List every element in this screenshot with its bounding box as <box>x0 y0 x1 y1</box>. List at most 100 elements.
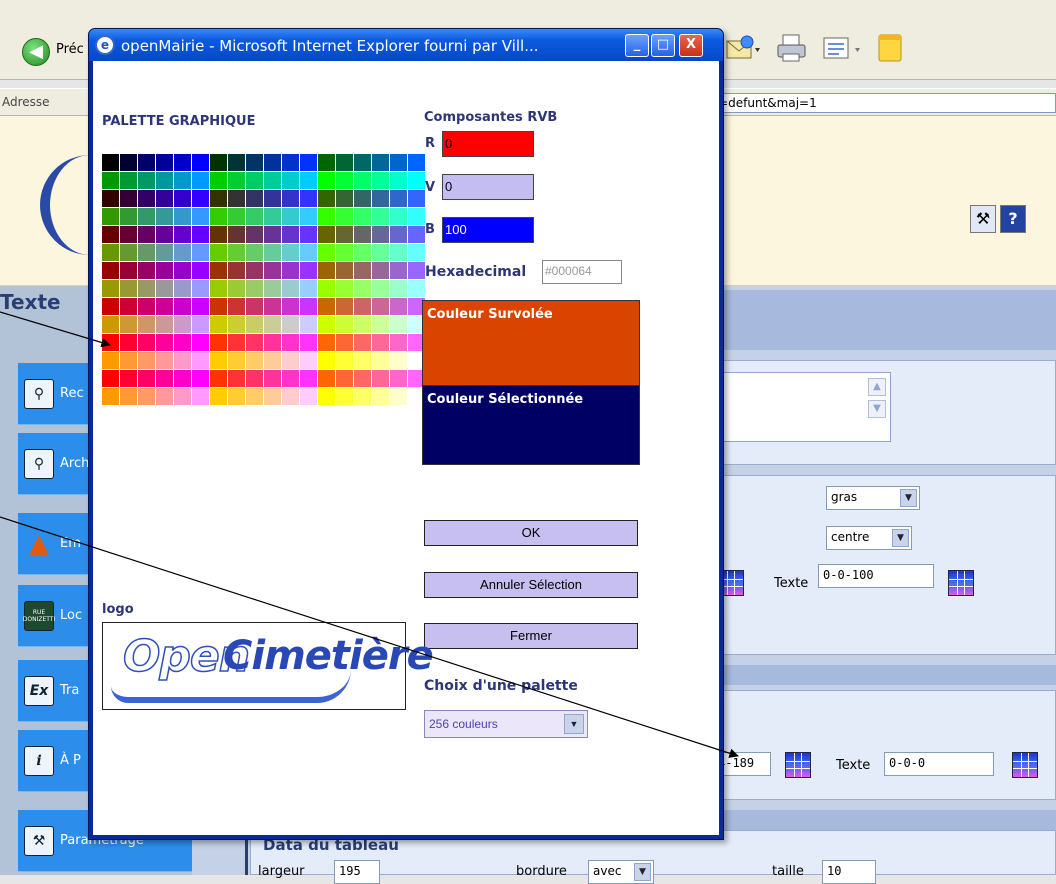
color-swatch[interactable] <box>282 388 299 405</box>
color-swatch[interactable] <box>318 172 335 189</box>
color-swatch[interactable] <box>138 352 155 369</box>
color-swatch[interactable] <box>408 262 425 279</box>
color-swatch[interactable] <box>282 352 299 369</box>
color-swatch[interactable] <box>210 334 227 351</box>
color-swatch[interactable] <box>354 388 371 405</box>
color-swatch[interactable] <box>246 352 263 369</box>
color-swatch[interactable] <box>336 190 353 207</box>
color-swatch[interactable] <box>390 244 407 261</box>
color-swatch[interactable] <box>264 208 281 225</box>
color-swatch[interactable] <box>336 262 353 279</box>
color-swatch[interactable] <box>156 190 173 207</box>
address-input[interactable]: x=defunt&maj=1 <box>706 93 1056 113</box>
color-swatch[interactable] <box>138 262 155 279</box>
color-swatch[interactable] <box>120 388 137 405</box>
color-swatch[interactable] <box>282 262 299 279</box>
color-swatch[interactable] <box>318 280 335 297</box>
color-swatch[interactable] <box>174 352 191 369</box>
color-swatch[interactable] <box>156 208 173 225</box>
size-input[interactable]: 10 <box>822 860 876 884</box>
color-swatch[interactable] <box>102 172 119 189</box>
color-swatch[interactable] <box>228 244 245 261</box>
color-swatch[interactable] <box>174 172 191 189</box>
color-swatch[interactable] <box>138 388 155 405</box>
color-swatch[interactable] <box>264 280 281 297</box>
color-swatch[interactable] <box>138 208 155 225</box>
color-swatch[interactable] <box>138 244 155 261</box>
color-swatch[interactable] <box>192 280 209 297</box>
color-swatch[interactable] <box>228 280 245 297</box>
color-picker-icon[interactable] <box>785 752 811 778</box>
color-swatch[interactable] <box>390 388 407 405</box>
color-swatch[interactable] <box>354 298 371 315</box>
text-color-input[interactable]: 0-0-0 <box>884 752 994 776</box>
back-arrow-icon[interactable]: ◀ <box>22 38 50 66</box>
color-swatch[interactable] <box>390 352 407 369</box>
color-swatch[interactable] <box>390 334 407 351</box>
color-swatch[interactable] <box>318 352 335 369</box>
color-swatch[interactable] <box>102 334 119 351</box>
color-swatch[interactable] <box>300 388 317 405</box>
color-swatch[interactable] <box>336 370 353 387</box>
color-swatch[interactable] <box>138 172 155 189</box>
color-swatch[interactable] <box>246 172 263 189</box>
color-swatch[interactable] <box>300 280 317 297</box>
color-swatch[interactable] <box>120 352 137 369</box>
blue-input[interactable]: 100 <box>442 217 534 243</box>
color-swatch[interactable] <box>318 262 335 279</box>
color-swatch[interactable] <box>282 280 299 297</box>
color-swatch[interactable] <box>318 154 335 171</box>
color-swatch[interactable] <box>264 190 281 207</box>
color-swatch[interactable] <box>156 154 173 171</box>
color-swatch[interactable] <box>138 154 155 171</box>
color-swatch[interactable] <box>372 208 389 225</box>
minimize-button[interactable]: _ <box>625 34 649 57</box>
color-swatch[interactable] <box>246 208 263 225</box>
color-swatch[interactable] <box>318 388 335 405</box>
color-swatch[interactable] <box>228 352 245 369</box>
color-swatch[interactable] <box>120 334 137 351</box>
color-swatch[interactable] <box>282 226 299 243</box>
color-swatch[interactable] <box>210 262 227 279</box>
color-swatch[interactable] <box>300 334 317 351</box>
color-swatch[interactable] <box>282 316 299 333</box>
color-swatch[interactable] <box>318 208 335 225</box>
help-icon[interactable]: ? <box>1000 205 1026 233</box>
color-swatch[interactable] <box>408 172 425 189</box>
color-swatch[interactable] <box>192 244 209 261</box>
green-input[interactable]: 0 <box>442 174 534 200</box>
color-swatch[interactable] <box>156 334 173 351</box>
color-swatch[interactable] <box>192 172 209 189</box>
color-swatch[interactable] <box>372 244 389 261</box>
color-swatch[interactable] <box>390 172 407 189</box>
color-swatch[interactable] <box>354 226 371 243</box>
color-swatch[interactable] <box>336 154 353 171</box>
color-swatch[interactable] <box>174 226 191 243</box>
color-swatch[interactable] <box>210 172 227 189</box>
color-swatch[interactable] <box>246 190 263 207</box>
color-swatch[interactable] <box>156 370 173 387</box>
color-swatch[interactable] <box>138 370 155 387</box>
color-swatch[interactable] <box>210 226 227 243</box>
color-swatch[interactable] <box>156 262 173 279</box>
textarea-scrollbar[interactable]: ▲ ▼ <box>866 374 888 438</box>
color-swatch[interactable] <box>246 370 263 387</box>
color-swatch[interactable] <box>210 190 227 207</box>
color-swatch[interactable] <box>264 388 281 405</box>
color-swatch[interactable] <box>120 262 137 279</box>
color-swatch[interactable] <box>228 334 245 351</box>
color-swatch[interactable] <box>102 298 119 315</box>
color-swatch[interactable] <box>264 226 281 243</box>
color-swatch[interactable] <box>408 190 425 207</box>
color-swatch[interactable] <box>102 190 119 207</box>
color-swatch[interactable] <box>102 262 119 279</box>
palette-select[interactable]: 256 couleurs ▼ <box>424 710 588 738</box>
color-swatch[interactable] <box>210 208 227 225</box>
color-swatch[interactable] <box>156 226 173 243</box>
hex-input[interactable]: #000064 <box>542 260 622 284</box>
color-swatch[interactable] <box>228 154 245 171</box>
mail-icon[interactable] <box>725 32 763 64</box>
color-swatch[interactable] <box>372 298 389 315</box>
color-swatch[interactable] <box>120 280 137 297</box>
color-swatch[interactable] <box>264 154 281 171</box>
